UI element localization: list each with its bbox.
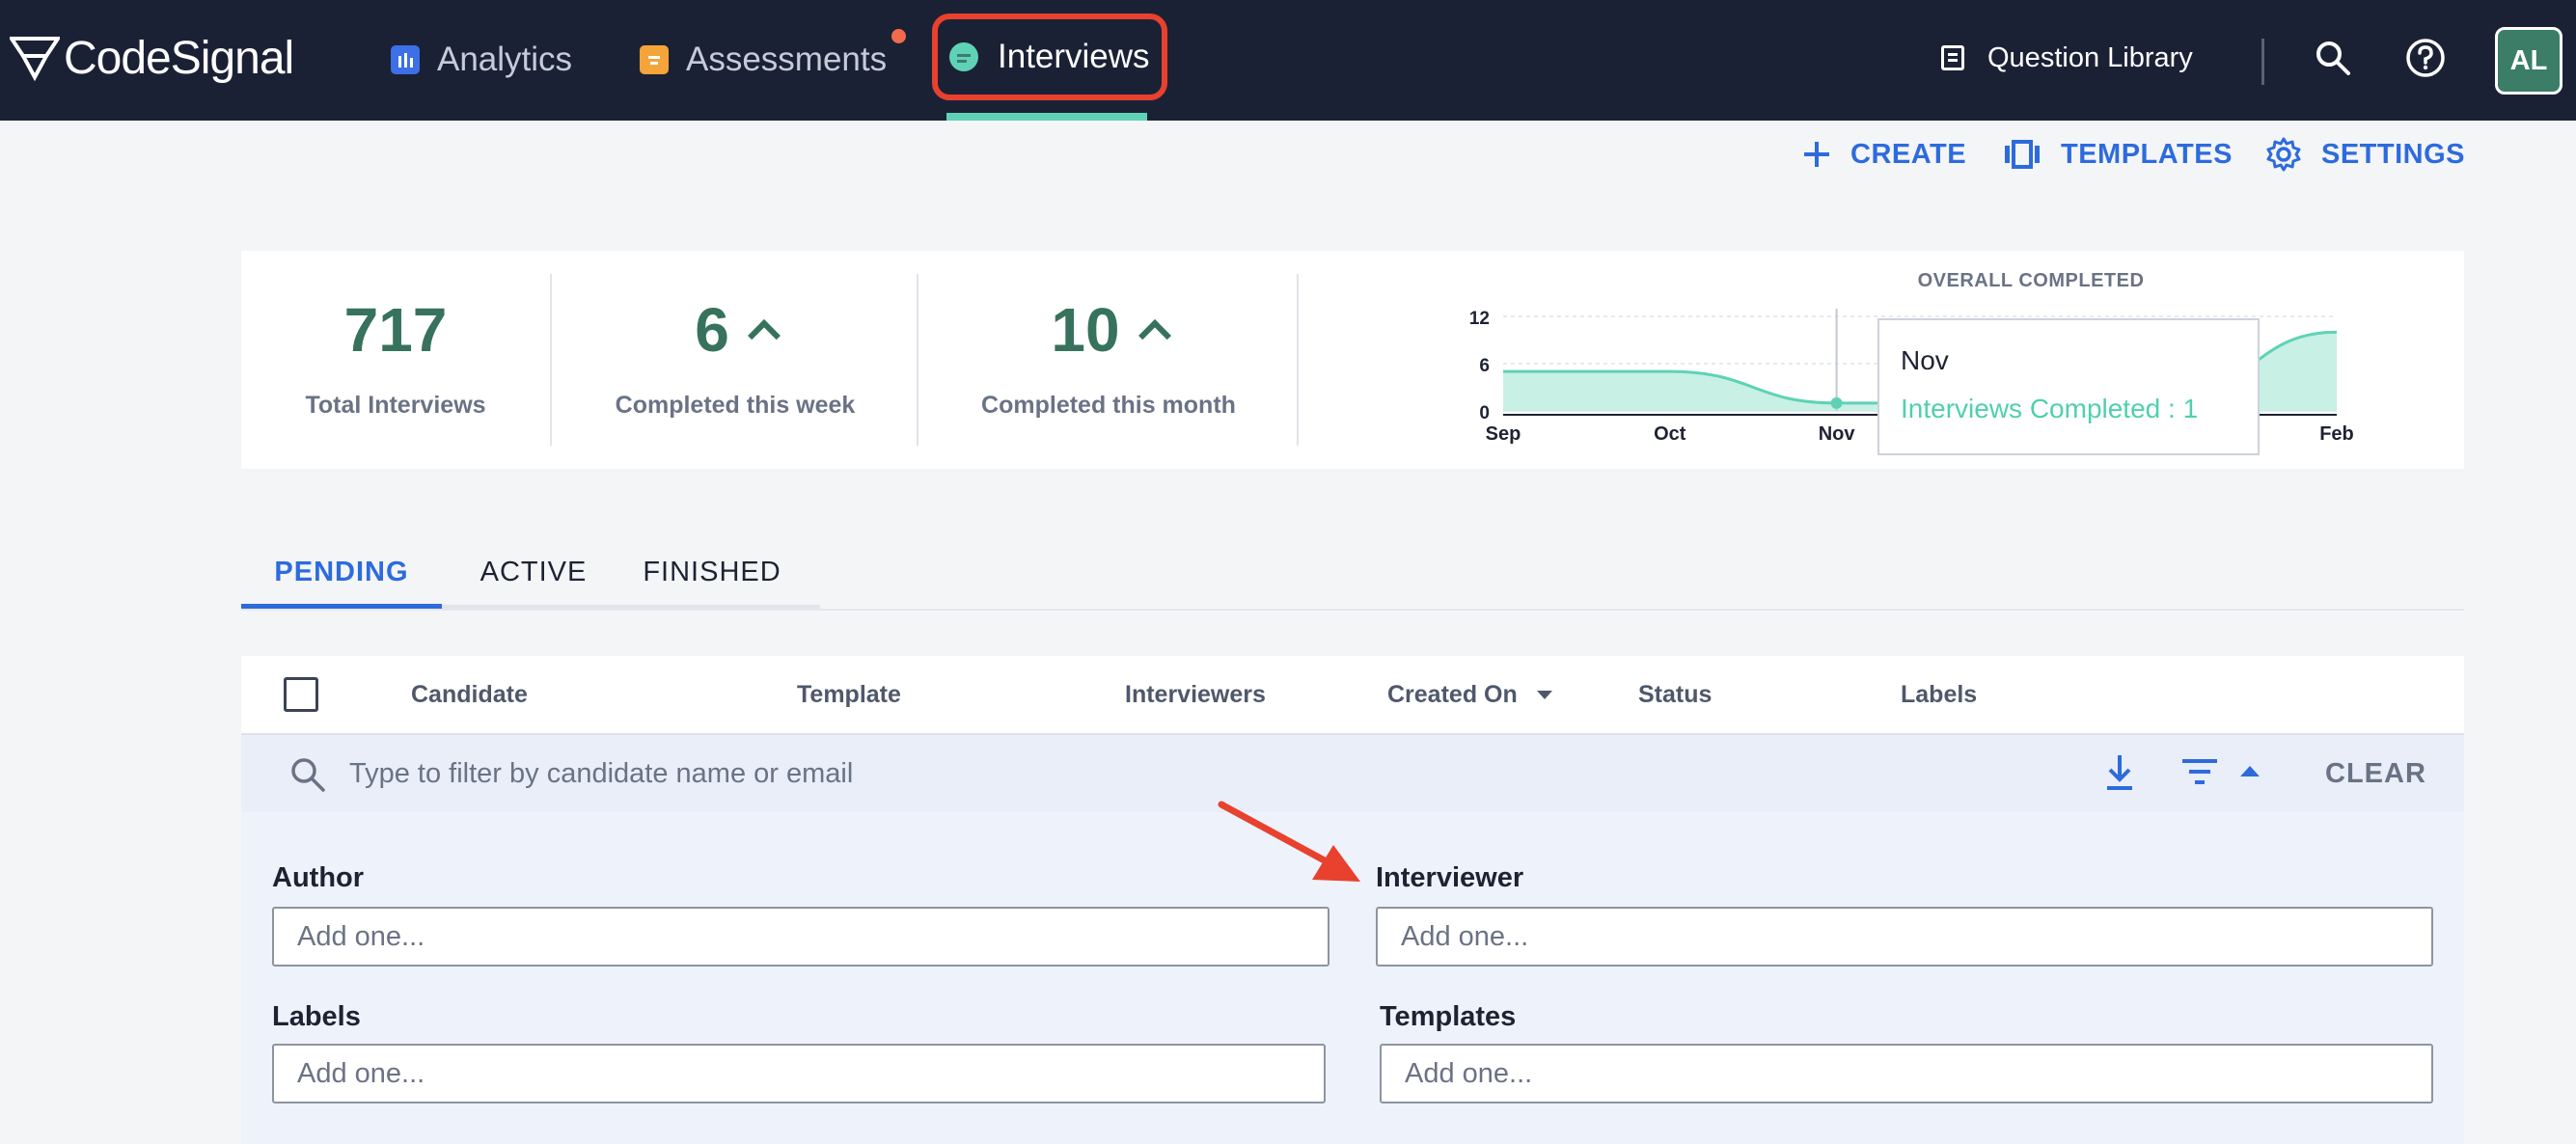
assessments-icon xyxy=(640,45,669,74)
codesignal-logo-icon xyxy=(10,37,60,81)
column-labels[interactable]: Labels xyxy=(1901,656,1977,733)
nav-interviews[interactable]: Interviews xyxy=(932,14,1167,100)
chart-x-tick-label: Nov xyxy=(1819,423,1856,445)
chart-tooltip: Nov Interviews Completed : 1 xyxy=(1877,318,2260,455)
tooltip-value: Interviews Completed : 1 xyxy=(1901,394,2199,423)
nav-interviews-label: Interviews xyxy=(998,38,1150,75)
search-icon xyxy=(291,758,325,792)
nav-analytics[interactable]: Analytics xyxy=(391,31,572,89)
chart-y-tick-label: 6 xyxy=(1479,356,1490,376)
active-tab-indicator xyxy=(241,604,442,609)
analytics-icon xyxy=(391,45,420,74)
chart-x-tick-label: Oct xyxy=(1654,423,1686,445)
nav-analytics-label: Analytics xyxy=(437,41,573,78)
column-template[interactable]: Template xyxy=(797,656,901,733)
tab-active[interactable]: ACTIVE xyxy=(442,535,625,610)
question-library-link[interactable]: Question Library xyxy=(1941,37,2193,79)
sort-desc-icon xyxy=(1536,690,1552,699)
annotation-arrow-icon xyxy=(1218,801,1360,882)
chart-x-tick-label: Sep xyxy=(1486,423,1521,445)
clear-filters-button[interactable]: CLEAR xyxy=(2325,747,2426,801)
chart-x-tick-label: Feb xyxy=(2319,423,2354,445)
tab-finished[interactable]: FINISHED xyxy=(625,535,799,610)
labels-input[interactable] xyxy=(272,1044,1326,1103)
templates-filter-label: Templates xyxy=(1380,1001,1517,1032)
templates-label: TEMPLATES xyxy=(2061,138,2233,170)
nav-assessments[interactable]: Assessments xyxy=(640,31,887,89)
interviewer-label: Interviewer xyxy=(1376,862,1524,893)
question-library-label: Question Library xyxy=(1987,41,2193,73)
collapse-filters-icon[interactable] xyxy=(2240,766,2260,776)
search-icon[interactable] xyxy=(2312,37,2354,79)
nav-assessments-label: Assessments xyxy=(686,41,888,78)
gear-icon xyxy=(2266,137,2301,172)
column-created-on[interactable]: Created On xyxy=(1387,656,1552,733)
chart-y-tick-label: 0 xyxy=(1479,403,1490,423)
navbar-divider xyxy=(2261,39,2264,85)
create-label: CREATE xyxy=(1850,138,1967,170)
templates-input[interactable] xyxy=(1380,1044,2433,1103)
active-nav-indicator xyxy=(946,113,1147,121)
top-navbar: CodeSignal Analytics Assessments Intervi… xyxy=(0,0,2576,121)
chart-hover-point xyxy=(1830,396,1843,409)
interviewer-input[interactable] xyxy=(1376,907,2433,967)
book-icon xyxy=(1941,45,1964,70)
filter-icon[interactable] xyxy=(2180,756,2219,787)
interviews-icon xyxy=(949,42,978,71)
select-all-checkbox[interactable] xyxy=(284,677,318,712)
tab-pending[interactable]: PENDING xyxy=(241,535,442,610)
notification-dot xyxy=(891,29,906,43)
settings-label: SETTINGS xyxy=(2321,138,2466,170)
templates-button[interactable]: TEMPLATES xyxy=(2003,135,2233,174)
help-icon[interactable] xyxy=(2404,37,2447,79)
author-label: Author xyxy=(272,862,365,893)
plus-icon xyxy=(1804,142,1829,167)
create-button[interactable]: CREATE xyxy=(1802,135,1966,174)
table-header: Candidate Template Interviewers Created … xyxy=(241,656,2464,733)
author-input[interactable] xyxy=(272,907,1329,967)
column-candidate[interactable]: Candidate xyxy=(411,656,528,733)
candidate-filter-input[interactable] xyxy=(349,747,1796,801)
labels-label: Labels xyxy=(272,1001,361,1032)
tooltip-label: Nov xyxy=(1901,345,1949,375)
download-icon[interactable] xyxy=(2103,752,2136,793)
brand-name: CodeSignal xyxy=(64,32,294,84)
templates-icon xyxy=(2005,140,2040,169)
column-created-on-label: Created On xyxy=(1387,680,1518,708)
column-status[interactable]: Status xyxy=(1638,656,1712,733)
codesignal-logo[interactable]: CodeSignal xyxy=(10,29,294,87)
user-avatar[interactable]: AL xyxy=(2495,27,2562,95)
settings-button[interactable]: SETTINGS xyxy=(2265,135,2465,174)
stats-card: 717 Total Interviews 6 Completed this we… xyxy=(241,251,2464,469)
column-interviewers[interactable]: Interviewers xyxy=(1125,656,1266,733)
chart-y-tick-label: 12 xyxy=(1469,309,1490,329)
